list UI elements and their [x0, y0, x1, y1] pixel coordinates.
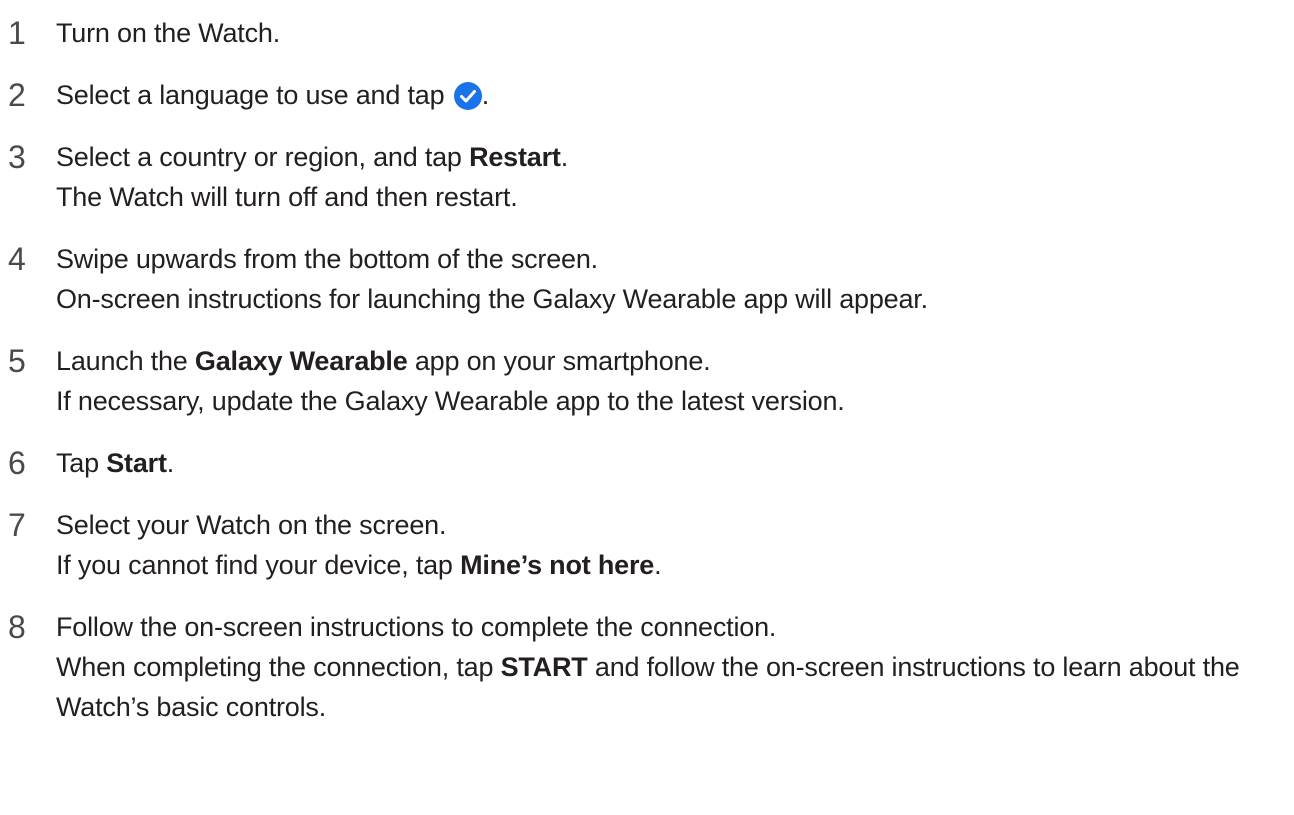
step-text: Select a country or region, and tap Rest… — [56, 137, 1284, 217]
step-8: 8 Follow the on-screen instructions to c… — [8, 607, 1284, 727]
ui-term-mines-not-here: Mine’s not here — [460, 550, 655, 580]
step-number: 6 — [8, 445, 26, 481]
step-text: Follow the on-screen instructions to com… — [56, 607, 1284, 727]
step-instruction-punct: . — [560, 142, 569, 172]
step-number: 5 — [8, 343, 26, 379]
step-4: 4 Swipe upwards from the bottom of the s… — [8, 239, 1284, 319]
step-note: The Watch will turn off and then restart… — [56, 182, 518, 212]
step-instruction-punct: . — [481, 80, 490, 110]
step-5: 5 Launch the Galaxy Wearable app on your… — [8, 341, 1284, 421]
ui-term-restart: Restart — [469, 142, 561, 172]
step-text: Swipe upwards from the bottom of the scr… — [56, 239, 1284, 319]
ui-term-start: Start — [106, 448, 167, 478]
step-number: 7 — [8, 507, 26, 543]
step-instruction-text: Select a language to use and tap — [56, 80, 452, 110]
step-instruction: Select a language to use and tap . — [56, 75, 1284, 115]
step-instruction: Launch the Galaxy Wearable app on your s… — [56, 341, 1284, 381]
step-number: 1 — [8, 15, 26, 51]
step-instruction-text: app on your smartphone. — [407, 346, 711, 376]
step-number: 3 — [8, 139, 26, 175]
step-number: 4 — [8, 241, 26, 277]
step-6: 6 Tap Start. — [8, 443, 1284, 483]
step-text: Select your Watch on the screen. If you … — [56, 505, 1284, 585]
step-note-punct: . — [654, 550, 662, 580]
step-instruction-text: Launch the — [56, 346, 195, 376]
step-instruction: Turn on the Watch. — [56, 18, 281, 48]
step-text: Tap Start. — [56, 443, 1284, 483]
step-instruction: Follow the on-screen instructions to com… — [56, 612, 777, 642]
step-number: 2 — [8, 77, 26, 113]
step-instruction: Select your Watch on the screen. — [56, 510, 447, 540]
step-text: Turn on the Watch. — [56, 13, 1284, 53]
step-note: When completing the connection, tap STAR… — [56, 647, 1284, 727]
step-instruction: Select a country or region, and tap Rest… — [56, 137, 1284, 177]
step-instruction-punct: . — [166, 448, 175, 478]
step-text: Launch the Galaxy Wearable app on your s… — [56, 341, 1284, 421]
step-text: Select a language to use and tap . — [56, 75, 1284, 115]
step-3: 3 Select a country or region, and tap Re… — [8, 137, 1284, 217]
step-7: 7 Select your Watch on the screen. If yo… — [8, 505, 1284, 585]
step-number: 8 — [8, 609, 26, 645]
step-note: On-screen instructions for launching the… — [56, 284, 928, 314]
step-instruction-text: Select a country or region, and tap — [56, 142, 470, 172]
check-circle-icon — [453, 82, 482, 110]
ui-term-start-caps: START — [500, 652, 588, 682]
step-note-text: When completing the connection, tap — [56, 652, 501, 682]
step-note: If you cannot find your device, tap Mine… — [56, 545, 1284, 585]
step-2: 2 Select a language to use and tap . — [8, 75, 1284, 115]
ui-term-galaxy-wearable: Galaxy Wearable — [194, 346, 408, 376]
step-instruction-text: Tap — [56, 448, 107, 478]
instruction-steps: 1 Turn on the Watch. 2 Select a language… — [8, 0, 1284, 727]
step-note: If necessary, update the Galaxy Wearable… — [56, 386, 845, 416]
step-1: 1 Turn on the Watch. — [8, 13, 1284, 53]
step-note-text: If you cannot find your device, tap — [56, 550, 461, 580]
step-instruction: Swipe upwards from the bottom of the scr… — [56, 244, 598, 274]
step-instruction: Tap Start. — [56, 443, 1284, 483]
